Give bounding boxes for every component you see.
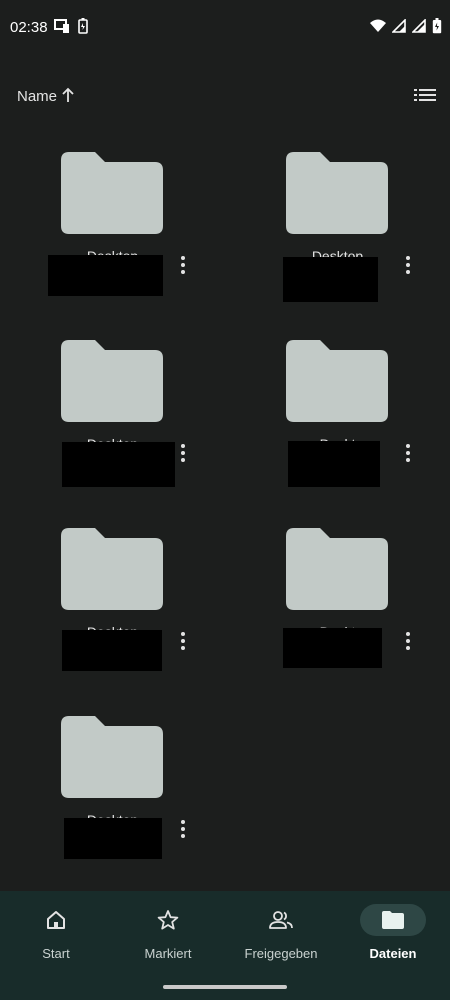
more-options-button[interactable] <box>172 628 194 654</box>
folder-icon <box>61 152 163 234</box>
folder-icon <box>286 152 388 234</box>
more-options-button[interactable] <box>397 628 419 654</box>
people-icon <box>269 911 293 929</box>
battery-icon <box>432 18 442 34</box>
folder-icon <box>286 340 388 422</box>
folder-tile[interactable]: Desktop <box>0 704 225 892</box>
nav-label: Dateien <box>369 946 417 961</box>
folder-icon <box>61 528 163 610</box>
nav-item-freigegeben[interactable]: Freigegeben <box>225 891 337 981</box>
folder-tile[interactable]: Desktop <box>0 516 225 704</box>
status-bar: 02:38 <box>0 0 450 56</box>
sort-bar: Name <box>0 80 450 112</box>
cell-signal-2-icon <box>412 19 426 33</box>
status-time: 02:38 <box>10 19 48 36</box>
more-options-button[interactable] <box>397 252 419 278</box>
more-options-button[interactable] <box>172 252 194 278</box>
folder-tile[interactable]: Desktop <box>0 140 225 328</box>
redaction <box>48 255 163 296</box>
bottom-navigation: Start Markiert Freigegeben Dateien <box>0 891 450 1000</box>
folder-icon <box>61 716 163 798</box>
sort-name-button[interactable]: Name <box>17 88 57 105</box>
more-options-button[interactable] <box>172 440 194 466</box>
arrow-up-icon[interactable] <box>61 87 75 103</box>
folder-tile[interactable]: Desktop <box>225 140 450 328</box>
folder-tile[interactable]: Deskt <box>225 328 450 516</box>
more-options-button[interactable] <box>397 440 419 466</box>
redaction <box>283 257 378 302</box>
redaction <box>283 628 382 668</box>
nav-label: Start <box>42 946 70 961</box>
redaction <box>288 441 380 487</box>
star-icon <box>157 910 179 930</box>
screen-cast-icon <box>54 19 69 33</box>
nav-item-markiert[interactable]: Markiert <box>112 891 224 981</box>
nav-item-start[interactable]: Start <box>0 891 112 981</box>
home-indicator[interactable] <box>163 985 287 989</box>
folder-icon <box>286 528 388 610</box>
redaction <box>64 818 162 859</box>
cell-signal-icon <box>392 19 406 33</box>
folder-tile[interactable]: Desktop <box>0 328 225 516</box>
redaction <box>62 442 175 487</box>
redaction <box>62 630 162 671</box>
nav-label: Markiert <box>144 946 192 961</box>
folder-icon <box>382 911 404 929</box>
home-icon <box>47 911 65 929</box>
nav-item-dateien[interactable]: Dateien <box>337 891 449 981</box>
wifi-icon <box>370 19 386 32</box>
folder-tile[interactable]: Deskt <box>225 516 450 704</box>
battery-saver-icon <box>78 18 88 34</box>
list-view-icon[interactable] <box>414 86 436 106</box>
folder-icon <box>61 340 163 422</box>
more-options-button[interactable] <box>172 816 194 842</box>
nav-label: Freigegeben <box>244 946 318 961</box>
